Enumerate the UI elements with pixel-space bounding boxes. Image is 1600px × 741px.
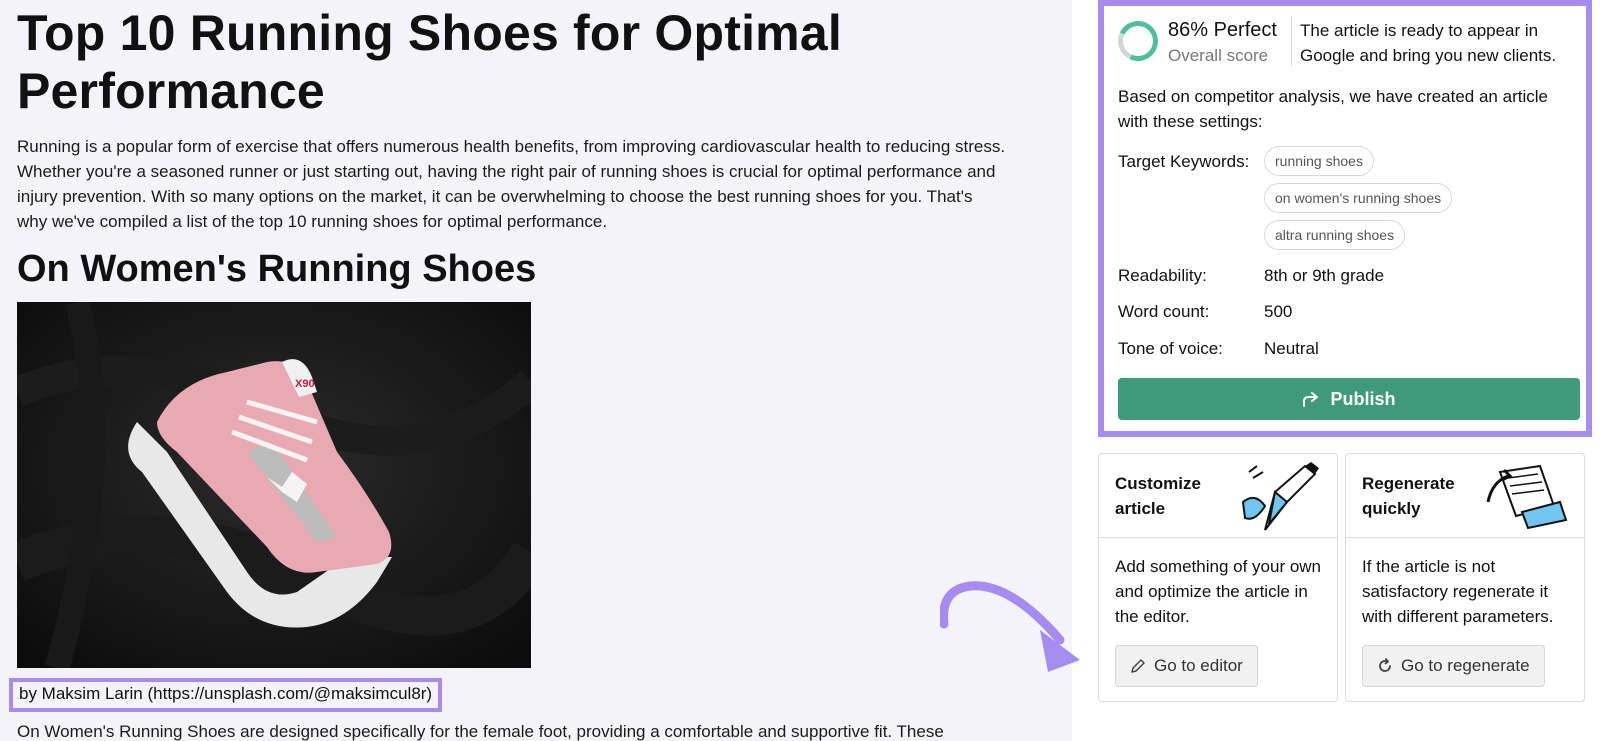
customize-title: Customize article [1115, 474, 1201, 518]
keywords-label: Target Keywords: [1118, 152, 1250, 171]
score-subtitle: Overall score [1168, 46, 1269, 65]
go-to-regenerate-label: Go to regenerate [1401, 656, 1530, 675]
wordcount-label: Word count: [1118, 302, 1210, 321]
publish-button[interactable]: Publish [1118, 378, 1580, 420]
shoe-photo: X90 [17, 302, 531, 668]
keyword-chips: running shoes on women's running shoes a… [1264, 146, 1453, 250]
divider [1291, 16, 1292, 66]
regenerate-title: Regenerate quickly [1362, 474, 1455, 518]
keyword-chip: on women's running shoes [1264, 183, 1453, 213]
score-title: 86% Perfect [1168, 19, 1277, 41]
regenerate-card: Regenerate quickly If the article is not… [1345, 453, 1585, 702]
score-ring-icon [1112, 15, 1164, 67]
refresh-icon [1379, 658, 1391, 672]
document-refresh-illustration-icon [1486, 464, 1568, 530]
pencil-icon [1131, 659, 1145, 673]
customize-description: Add something of your own and optimize t… [1115, 557, 1322, 626]
tone-label: Tone of voice: [1118, 339, 1223, 358]
annotation-arrow-icon [940, 581, 1080, 672]
section-heading: On Women's Running Shoes [17, 248, 537, 290]
pen-illustration-icon [1241, 462, 1319, 531]
wordcount-value: 500 [1264, 302, 1293, 321]
score-card: 86% Perfect Overall score The article is… [1098, 0, 1592, 437]
keyword-chip: running shoes [1264, 146, 1374, 176]
customize-card: Customize article Add something of your … [1098, 453, 1338, 702]
readability-value: 8th or 9th grade [1264, 266, 1385, 285]
article-title: Top 10 Running Shoes for Optimal Perform… [17, 5, 842, 119]
go-to-editor-label: Go to editor [1154, 656, 1243, 675]
regenerate-description: If the article is not satisfactory regen… [1362, 557, 1554, 626]
score-message: The article is ready to appear in Google… [1300, 21, 1557, 65]
article: Top 10 Running Shoes for Optimal Perform… [17, 0, 1027, 668]
svg-text:X90: X90 [295, 378, 315, 390]
based-on-text: Based on competitor analysis, we have cr… [1118, 87, 1548, 131]
keyword-chip: altra running shoes [1264, 220, 1406, 250]
score-header: 86% Perfect Overall score [1112, 15, 1277, 68]
publish-label: Publish [1330, 388, 1396, 409]
tone-value: Neutral [1264, 339, 1319, 358]
article-body: On Women's Running Shoes are designed sp… [17, 722, 944, 741]
readability-label: Readability: [1118, 266, 1207, 285]
go-to-regenerate-button[interactable]: Go to regenerate [1362, 645, 1545, 687]
share-arrow-icon [1303, 392, 1319, 407]
go-to-editor-button[interactable]: Go to editor [1115, 645, 1258, 687]
article-intro: Running is a popular form of exercise th… [17, 137, 1006, 231]
photo-credit: by Maksim Larin (https://unsplash.com/@m… [9, 678, 443, 712]
